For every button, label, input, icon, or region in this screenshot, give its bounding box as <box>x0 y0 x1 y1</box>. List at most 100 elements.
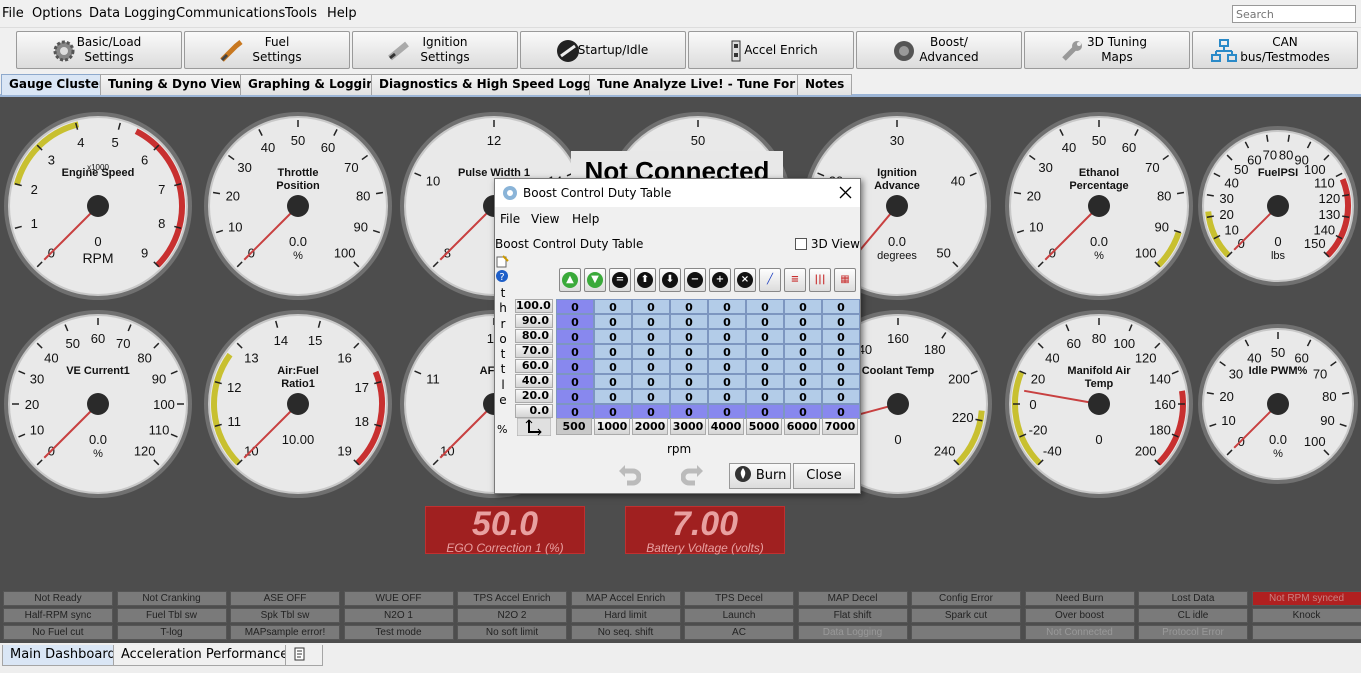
table-cell[interactable]: 0 <box>746 359 784 374</box>
y-axis-value[interactable]: 60.0 <box>515 359 553 373</box>
ignition-settings-button[interactable]: Ignition Settings <box>352 31 518 69</box>
interpolate-horizontal-icon[interactable]: ≡ <box>784 268 806 292</box>
x-axis-value[interactable]: 500 <box>556 418 592 435</box>
table-cell[interactable]: 0 <box>746 344 784 359</box>
table-cell[interactable]: 0 <box>784 404 822 419</box>
x-axis-value[interactable]: 2000 <box>632 418 668 435</box>
decrease-icon[interactable]: ⬇ <box>659 268 681 292</box>
tab-graphing-logging[interactable]: Graphing & Logging <box>240 74 392 95</box>
table-cell[interactable]: 0 <box>784 314 822 329</box>
can-bus-testmodes-button[interactable]: CAN bus/Testmodes <box>1192 31 1358 69</box>
x-axis-value[interactable]: 7000 <box>822 418 858 435</box>
table-cell[interactable]: 0 <box>594 404 632 419</box>
table-cell[interactable]: 0 <box>594 314 632 329</box>
table-cell[interactable]: 0 <box>556 344 594 359</box>
table-cell[interactable]: 0 <box>822 299 860 314</box>
x-axis-value[interactable]: 3000 <box>670 418 706 435</box>
table-cell[interactable]: 0 <box>708 389 746 404</box>
x-axis-value[interactable]: 1000 <box>594 418 630 435</box>
table-cell[interactable]: 0 <box>670 374 708 389</box>
add-icon[interactable]: + <box>709 268 731 292</box>
x-axis-value[interactable]: 5000 <box>746 418 782 435</box>
table-cell[interactable]: 0 <box>632 329 670 344</box>
table-cell[interactable]: 0 <box>822 359 860 374</box>
redo-icon[interactable] <box>681 463 705 487</box>
table-cell[interactable]: 0 <box>670 344 708 359</box>
tab-gauge-cluster[interactable]: Gauge Cluster <box>1 74 113 95</box>
table-cell[interactable]: 0 <box>594 374 632 389</box>
increase-icon[interactable]: ⬆ <box>634 268 656 292</box>
table-cell[interactable]: 0 <box>594 329 632 344</box>
table-cell[interactable]: 0 <box>594 344 632 359</box>
accel-enrich-button[interactable]: Accel Enrich <box>688 31 854 69</box>
y-axis-value[interactable]: 100.0 <box>515 299 553 313</box>
multiply-icon[interactable]: × <box>734 268 756 292</box>
tab-diagnostics[interactable]: Diagnostics & High Speed Loggers <box>371 74 621 95</box>
table-cell[interactable]: 0 <box>632 404 670 419</box>
table-cell[interactable]: 0 <box>556 389 594 404</box>
table-cell[interactable]: 0 <box>556 329 594 344</box>
close-icon[interactable] <box>839 186 852 199</box>
table-cell[interactable]: 0 <box>632 359 670 374</box>
table-cell[interactable]: 0 <box>822 389 860 404</box>
table-cell[interactable]: 0 <box>556 374 594 389</box>
dialog-menu-view[interactable]: View <box>531 212 559 226</box>
table-cell[interactable]: 0 <box>594 299 632 314</box>
basic-load-settings-button[interactable]: Basic/Load Settings <box>16 31 182 69</box>
table-cell[interactable]: 0 <box>594 359 632 374</box>
table-cell[interactable]: 0 <box>556 299 594 314</box>
table-cell[interactable]: 0 <box>822 374 860 389</box>
new-tab-button[interactable] <box>285 645 323 666</box>
boost-advanced-button[interactable]: Boost/ Advanced <box>856 31 1022 69</box>
table-cell[interactable]: 0 <box>670 314 708 329</box>
table-cell[interactable]: 0 <box>670 404 708 419</box>
table-cell[interactable]: 0 <box>708 359 746 374</box>
y-axis-value[interactable]: 80.0 <box>515 329 553 343</box>
table-cell[interactable]: 0 <box>670 329 708 344</box>
decrement-icon[interactable]: ▼ <box>584 268 606 292</box>
y-axis-value[interactable]: 40.0 <box>515 374 553 388</box>
dialog-menu-help[interactable]: Help <box>572 212 599 226</box>
subtract-icon[interactable]: − <box>684 268 706 292</box>
fuel-settings-button[interactable]: Fuel Settings <box>184 31 350 69</box>
3d-tuning-maps-button[interactable]: 3D Tuning Maps <box>1024 31 1190 69</box>
burn-button[interactable]: Burn <box>729 463 791 489</box>
table-cell[interactable]: 0 <box>670 389 708 404</box>
increment-icon[interactable]: ▲ <box>559 268 581 292</box>
table-cell[interactable]: 0 <box>708 344 746 359</box>
tab-main-dashboard[interactable]: Main Dashboard <box>2 645 124 666</box>
set-value-icon[interactable]: = <box>609 268 631 292</box>
tab-tuning-dyno[interactable]: Tuning & Dyno Views <box>100 74 259 95</box>
menu-data-logging[interactable]: Data Logging <box>89 6 176 21</box>
table-cell[interactable]: 0 <box>822 344 860 359</box>
menu-file[interactable]: File <box>2 6 24 21</box>
search-input[interactable] <box>1232 5 1356 23</box>
color-map-icon[interactable]: ▦ <box>834 268 856 292</box>
table-cell[interactable]: 0 <box>594 389 632 404</box>
startup-idle-button[interactable]: Startup/Idle <box>520 31 686 69</box>
menu-help[interactable]: Help <box>327 6 357 21</box>
undo-icon[interactable] <box>617 463 641 487</box>
table-cell[interactable]: 0 <box>708 404 746 419</box>
menu-tools[interactable]: Tools <box>285 6 317 21</box>
y-axis-value[interactable]: 20.0 <box>515 389 553 403</box>
table-cell[interactable]: 0 <box>746 404 784 419</box>
menu-communications[interactable]: Communications <box>176 6 285 21</box>
table-cell[interactable]: 0 <box>746 329 784 344</box>
menu-options[interactable]: Options <box>32 6 82 21</box>
y-axis-value[interactable]: 90.0 <box>515 314 553 328</box>
table-cell[interactable]: 0 <box>784 344 822 359</box>
y-axis-value[interactable]: 70.0 <box>515 344 553 358</box>
dialog-menu-file[interactable]: File <box>500 212 520 226</box>
table-cell[interactable]: 0 <box>670 299 708 314</box>
table-cell[interactable]: 0 <box>784 329 822 344</box>
table-cell[interactable]: 0 <box>746 299 784 314</box>
table-cell[interactable]: 0 <box>784 359 822 374</box>
3d-view-checkbox[interactable]: 3D View <box>795 237 860 251</box>
table-cell[interactable]: 0 <box>822 329 860 344</box>
table-cell[interactable]: 0 <box>632 389 670 404</box>
close-button[interactable]: Close <box>793 463 855 489</box>
x-axis-value[interactable]: 6000 <box>784 418 820 435</box>
table-cell[interactable]: 0 <box>632 344 670 359</box>
tab-tune-analyze[interactable]: Tune Analyze Live! - Tune For You <box>589 74 832 95</box>
